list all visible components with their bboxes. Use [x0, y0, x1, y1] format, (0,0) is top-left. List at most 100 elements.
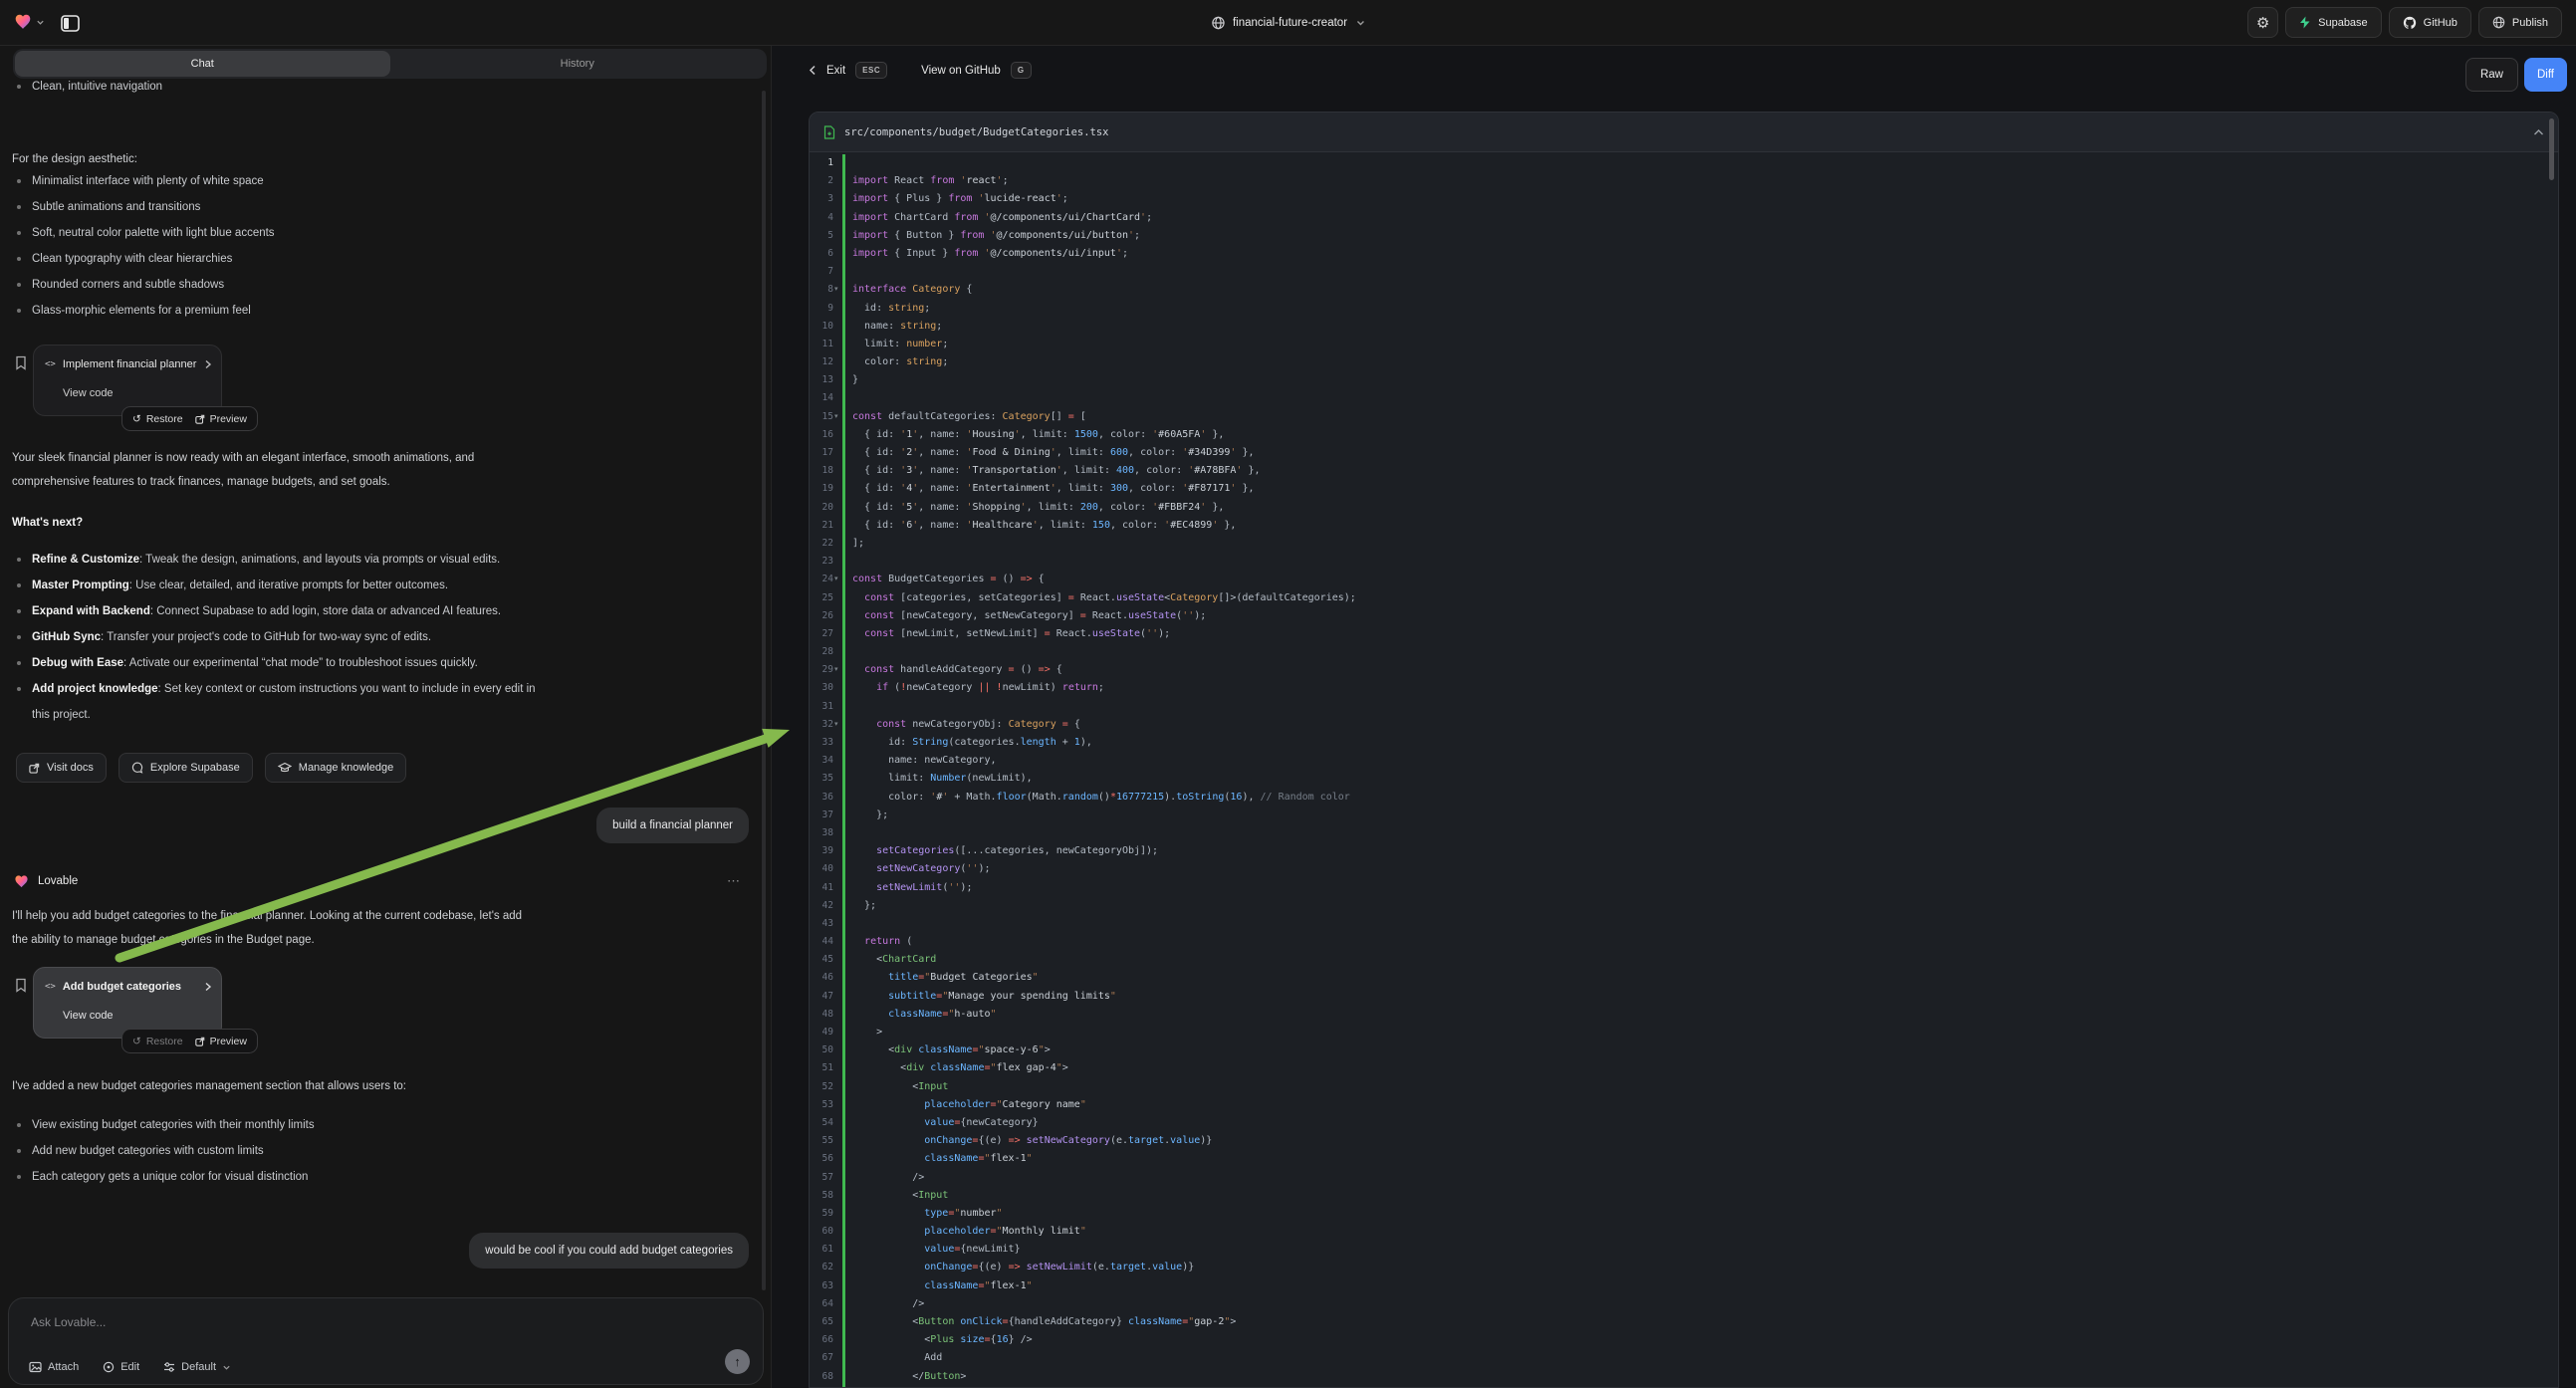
code-line: 64 /> — [810, 1295, 2558, 1313]
project-switcher[interactable]: financial-future-creator — [1211, 0, 1365, 45]
line-number: 17 — [810, 444, 833, 462]
version-card-title: Add budget categories — [63, 981, 197, 993]
fold-chevron-icon[interactable]: ▾ — [834, 661, 838, 679]
code-view-toolbar: Exit ESC View on GitHub G Raw Diff — [773, 46, 2576, 111]
supabase-label: Supabase — [2318, 17, 2368, 29]
logo-chevron-down-icon[interactable] — [36, 18, 45, 27]
line-number: 5 — [810, 227, 833, 245]
code-line: 37 }; — [810, 807, 2558, 824]
code-line: 33 id: String(categories.length + 1), — [810, 734, 2558, 752]
message-menu-button[interactable]: ⋯ — [727, 873, 741, 889]
raw-toggle-button[interactable]: Raw — [2465, 58, 2518, 92]
bookmark-icon[interactable] — [15, 978, 27, 993]
user-message-bubble: build a financial planner — [596, 808, 749, 843]
code-line: 51 <div className="flex gap-4"> — [810, 1059, 2558, 1077]
line-number: 42 — [810, 897, 833, 915]
restore-button[interactable]: ↺ Restore — [132, 413, 183, 425]
chat-scrollbar[interactable] — [762, 91, 766, 1290]
diff-toggle-button[interactable]: Diff — [2524, 58, 2567, 92]
sidebar-toggle-icon[interactable] — [58, 11, 82, 35]
model-selector[interactable]: Default — [163, 1361, 231, 1373]
exit-button[interactable]: Exit — [826, 65, 845, 77]
chevron-right-icon — [204, 359, 212, 369]
code-line: 32▾ const newCategoryObj: Category = { — [810, 716, 2558, 734]
preview-button[interactable]: Preview — [195, 413, 247, 425]
file-path: src/components/budget/BudgetCategories.t… — [844, 126, 2524, 138]
code-line: 2import React from 'react'; — [810, 172, 2558, 190]
collapse-chevron-up-icon[interactable] — [2533, 128, 2544, 136]
edit-button[interactable]: Edit — [103, 1361, 139, 1373]
code-line: 53 placeholder="Category name" — [810, 1096, 2558, 1114]
fold-chevron-icon[interactable]: ▾ — [834, 716, 838, 734]
external-link-icon — [29, 763, 40, 774]
settings-button[interactable]: ⚙ — [2247, 7, 2278, 38]
fold-chevron-icon[interactable]: ▾ — [834, 408, 838, 426]
code-icon: <> — [45, 982, 56, 992]
lovable-logo-icon[interactable] — [14, 13, 32, 30]
fold-chevron-icon[interactable]: ▾ — [834, 571, 838, 588]
code-line: 58 <Input — [810, 1187, 2558, 1205]
line-number: 64 — [810, 1295, 833, 1313]
view-on-github-button[interactable]: View on GitHub — [921, 65, 1001, 77]
file-header[interactable]: src/components/budget/BudgetCategories.t… — [810, 113, 2558, 152]
list-item: Debug with Ease: Activate our experiment… — [0, 650, 697, 676]
visit-docs-button[interactable]: Visit docs — [16, 753, 107, 783]
line-number: 43 — [810, 915, 833, 933]
view-code-link[interactable]: View code — [63, 387, 114, 399]
line-number: 45 — [810, 951, 833, 969]
code-line: 28 — [810, 643, 2558, 661]
list-item: Each category gets a unique color for vi… — [0, 1164, 717, 1190]
line-number: 49 — [810, 1024, 833, 1041]
preview-button[interactable]: Preview — [195, 1036, 247, 1047]
line-number: 57 — [810, 1169, 833, 1187]
code-line: 6import { Input } from '@/components/ui/… — [810, 245, 2558, 263]
code-line: 31 — [810, 698, 2558, 716]
version-toolbar: ↺ Restore Preview — [121, 406, 258, 431]
line-number: 50 — [810, 1041, 833, 1059]
list-item: Soft, neutral color palette with light b… — [0, 220, 737, 246]
attach-button[interactable]: Attach — [29, 1361, 79, 1373]
publish-button[interactable]: Publish — [2478, 7, 2562, 38]
manage-knowledge-button[interactable]: Manage knowledge — [265, 753, 406, 783]
code-line: 7 — [810, 263, 2558, 281]
line-number: 1 — [810, 154, 833, 172]
line-number: 20 — [810, 499, 833, 517]
publish-label: Publish — [2512, 17, 2548, 29]
line-number: 9 — [810, 300, 833, 318]
code-line: 36 color: '#' + Math.floor(Math.random()… — [810, 789, 2558, 807]
code-line: 20 { id: '5', name: 'Shopping', limit: 2… — [810, 499, 2558, 517]
code-line: 49 > — [810, 1024, 2558, 1041]
code-scrollbar[interactable] — [2549, 118, 2554, 180]
bookmark-icon[interactable] — [15, 355, 27, 370]
line-number: 16 — [810, 426, 833, 444]
file-added-icon — [823, 125, 835, 139]
line-number: 68 — [810, 1368, 833, 1386]
chevron-left-icon — [809, 65, 817, 76]
send-button[interactable]: ↑ — [725, 1349, 750, 1374]
view-code-link[interactable]: View code — [63, 1010, 114, 1022]
code-editor[interactable]: 12import React from 'react';3import { Pl… — [810, 152, 2558, 1387]
line-number: 37 — [810, 807, 833, 824]
line-number: 61 — [810, 1241, 833, 1259]
chat-input[interactable]: Ask Lovable... — [31, 1315, 106, 1329]
code-line: 24▾const BudgetCategories = () => { — [810, 571, 2558, 588]
explore-supabase-button[interactable]: Explore Supabase — [118, 753, 253, 783]
code-line: 26 const [newCategory, setNewCategory] =… — [810, 607, 2558, 625]
code-line: 50 <div className="space-y-6"> — [810, 1041, 2558, 1059]
line-number: 2 — [810, 172, 833, 190]
github-button[interactable]: GitHub — [2389, 7, 2471, 38]
line-number: 33 — [810, 734, 833, 752]
code-line: 48 className="h-auto" — [810, 1006, 2558, 1024]
code-line: 13} — [810, 371, 2558, 389]
supabase-bolt-icon — [2299, 16, 2311, 29]
fold-chevron-icon[interactable]: ▾ — [834, 281, 838, 299]
line-number: 14 — [810, 389, 833, 407]
line-number: 67 — [810, 1349, 833, 1367]
supabase-button[interactable]: Supabase — [2285, 7, 2382, 38]
restore-button-disabled[interactable]: ↺ Restore — [132, 1036, 183, 1047]
code-line: 17 { id: '2', name: 'Food & Dining', lim… — [810, 444, 2558, 462]
image-icon — [29, 1361, 42, 1373]
version-toolbar: ↺ Restore Preview — [121, 1029, 258, 1053]
assistant-header: Lovable ⋯ — [14, 873, 741, 889]
chat-panel: Chat History Clean, intuitive navigation… — [0, 46, 772, 1388]
